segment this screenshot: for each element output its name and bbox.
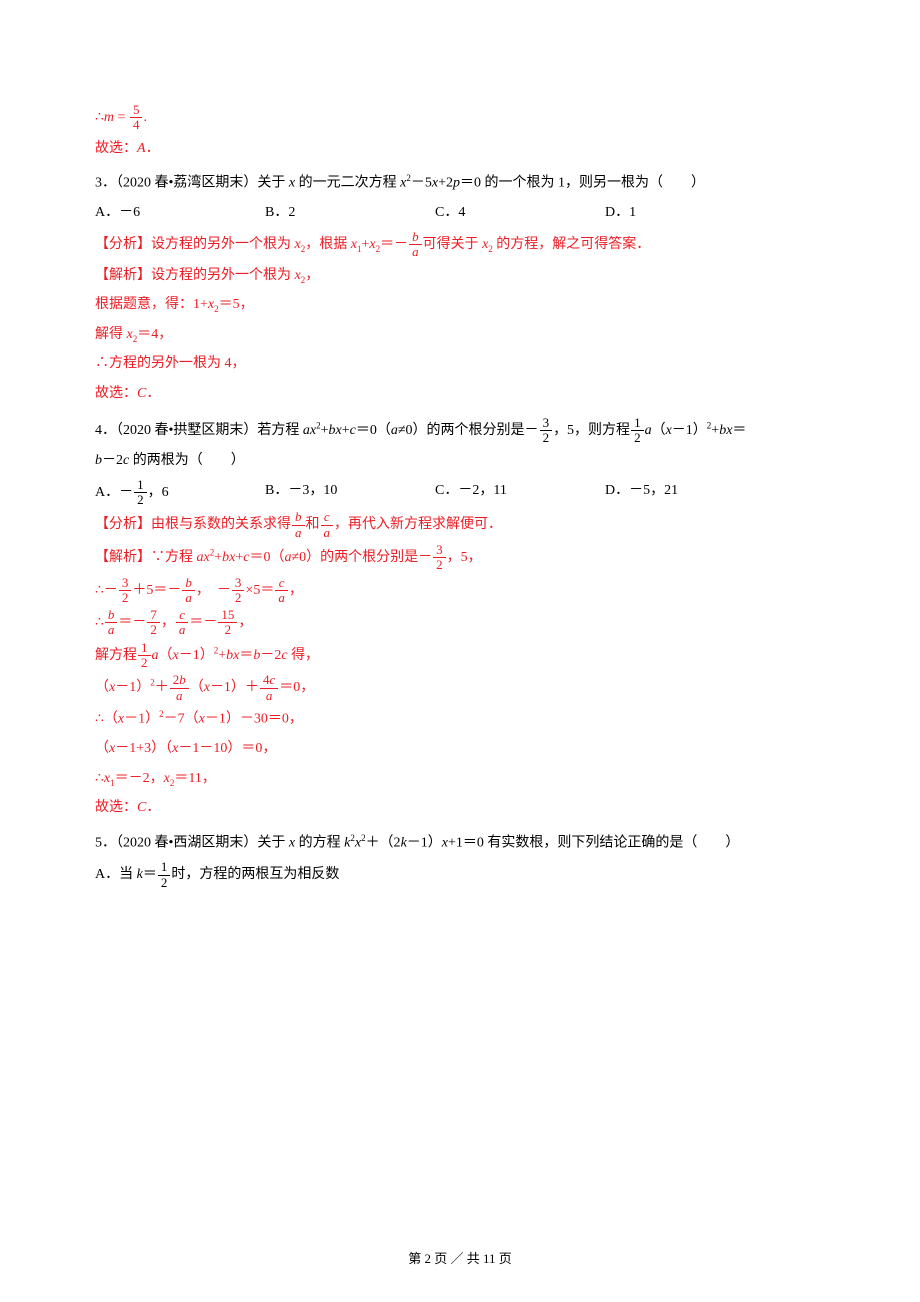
q3-solution-3: 解得 x2＝4， xyxy=(95,322,825,349)
q4-step4: （x－1）2＋2ba（x－1）＋4ca＝0， xyxy=(95,673,825,703)
q4-stem-line2: b－2c 的两根为（ ） xyxy=(95,448,825,475)
q3-number: 3． xyxy=(95,176,116,191)
q4-sol-head: 【解析】∵方程 ax2+bx+c＝0（a≠0）的两个根分别是－32，5， xyxy=(95,543,825,573)
solution-label: 【解析】 xyxy=(95,550,151,565)
q4-options: A．－12，6 B．－3，10 C．－2，11 D．－5，21 xyxy=(95,478,825,508)
q3-opt-c: C．4 xyxy=(435,200,605,227)
q3-options: A．－6 B．2 C．4 D．1 xyxy=(95,200,825,227)
q3-opt-a: A．－6 xyxy=(95,200,265,227)
q5-opt-a: A．当 k＝12时，方程的两根互为相反数 xyxy=(95,860,825,890)
analysis-label: 【分析】 xyxy=(95,237,151,252)
q4-analysis: 【分析】由根与系数的关系求得ba和ca，再代入新方程求解便可． xyxy=(95,510,825,540)
q4-opt-b: B．－3，10 xyxy=(265,478,435,508)
q3-opt-d: D．1 xyxy=(605,200,775,227)
q4-step5: ∴（x－1）2－7（x－1）－30＝0， xyxy=(95,706,825,733)
q4-choice: 故选：C． xyxy=(95,795,825,822)
q4-opt-a: A．－12，6 xyxy=(95,478,265,508)
q5-stem: 5．（2020 春•西湖区期末）关于 x 的方程 k2x2＋（2k－1）x+1＝… xyxy=(95,830,825,857)
q4-step2: ∴ba＝－72，ca＝－152， xyxy=(95,608,825,638)
q3-stem: 3．（2020 春•荔湾区期末）关于 x 的一元二次方程 x2－5x+2p＝0 … xyxy=(95,170,825,197)
q4-step3: 解方程12a（x－1）2+bx＝b－2c 得， xyxy=(95,641,825,671)
q3-analysis: 【分析】设方程的另外一个根为 x2，根据 x1+x2＝－ba可得关于 x2 的方… xyxy=(95,230,825,260)
q4-step1: ∴－32＋5＝－ba， －32×5＝ca， xyxy=(95,576,825,606)
top-choice: 故选：A． xyxy=(95,136,825,163)
q4-opt-d: D．－5，21 xyxy=(605,478,775,508)
top-equation: ∴m = 54. xyxy=(95,103,825,133)
page-total: 11 xyxy=(483,1251,496,1266)
q4-step6: （x－1+3）（x－1－10）＝0， xyxy=(95,736,825,763)
q3-choice: 故选：C． xyxy=(95,381,825,408)
document-page: ∴m = 54. 故选：A． 3．（2020 春•荔湾区期末）关于 x 的一元二… xyxy=(0,0,920,1302)
q4-number: 4． xyxy=(95,423,116,438)
analysis-label: 【分析】 xyxy=(95,517,151,532)
q4-stem-line1: 4．（2020 春•拱墅区期末）若方程 ax2+bx+c＝0（a≠0）的两个根分… xyxy=(95,416,825,446)
q4-step7: ∴x1＝－2，x2＝11， xyxy=(95,766,825,793)
q3-solution-4: ∴方程的另外一根为 4， xyxy=(95,351,825,378)
solution-label: 【解析】 xyxy=(95,268,151,283)
q3-solution-2: 根据题意，得：1+x2＝5， xyxy=(95,292,825,319)
page-footer: 第 2 页 ／ 共 11 页 xyxy=(0,1247,920,1272)
q3-solution-1: 【解析】设方程的另外一个根为 x2， xyxy=(95,263,825,290)
q5-number: 5． xyxy=(95,836,116,851)
q3-opt-b: B．2 xyxy=(265,200,435,227)
therefore: ∴ xyxy=(95,110,104,125)
q4-opt-c: C．－2，11 xyxy=(435,478,605,508)
